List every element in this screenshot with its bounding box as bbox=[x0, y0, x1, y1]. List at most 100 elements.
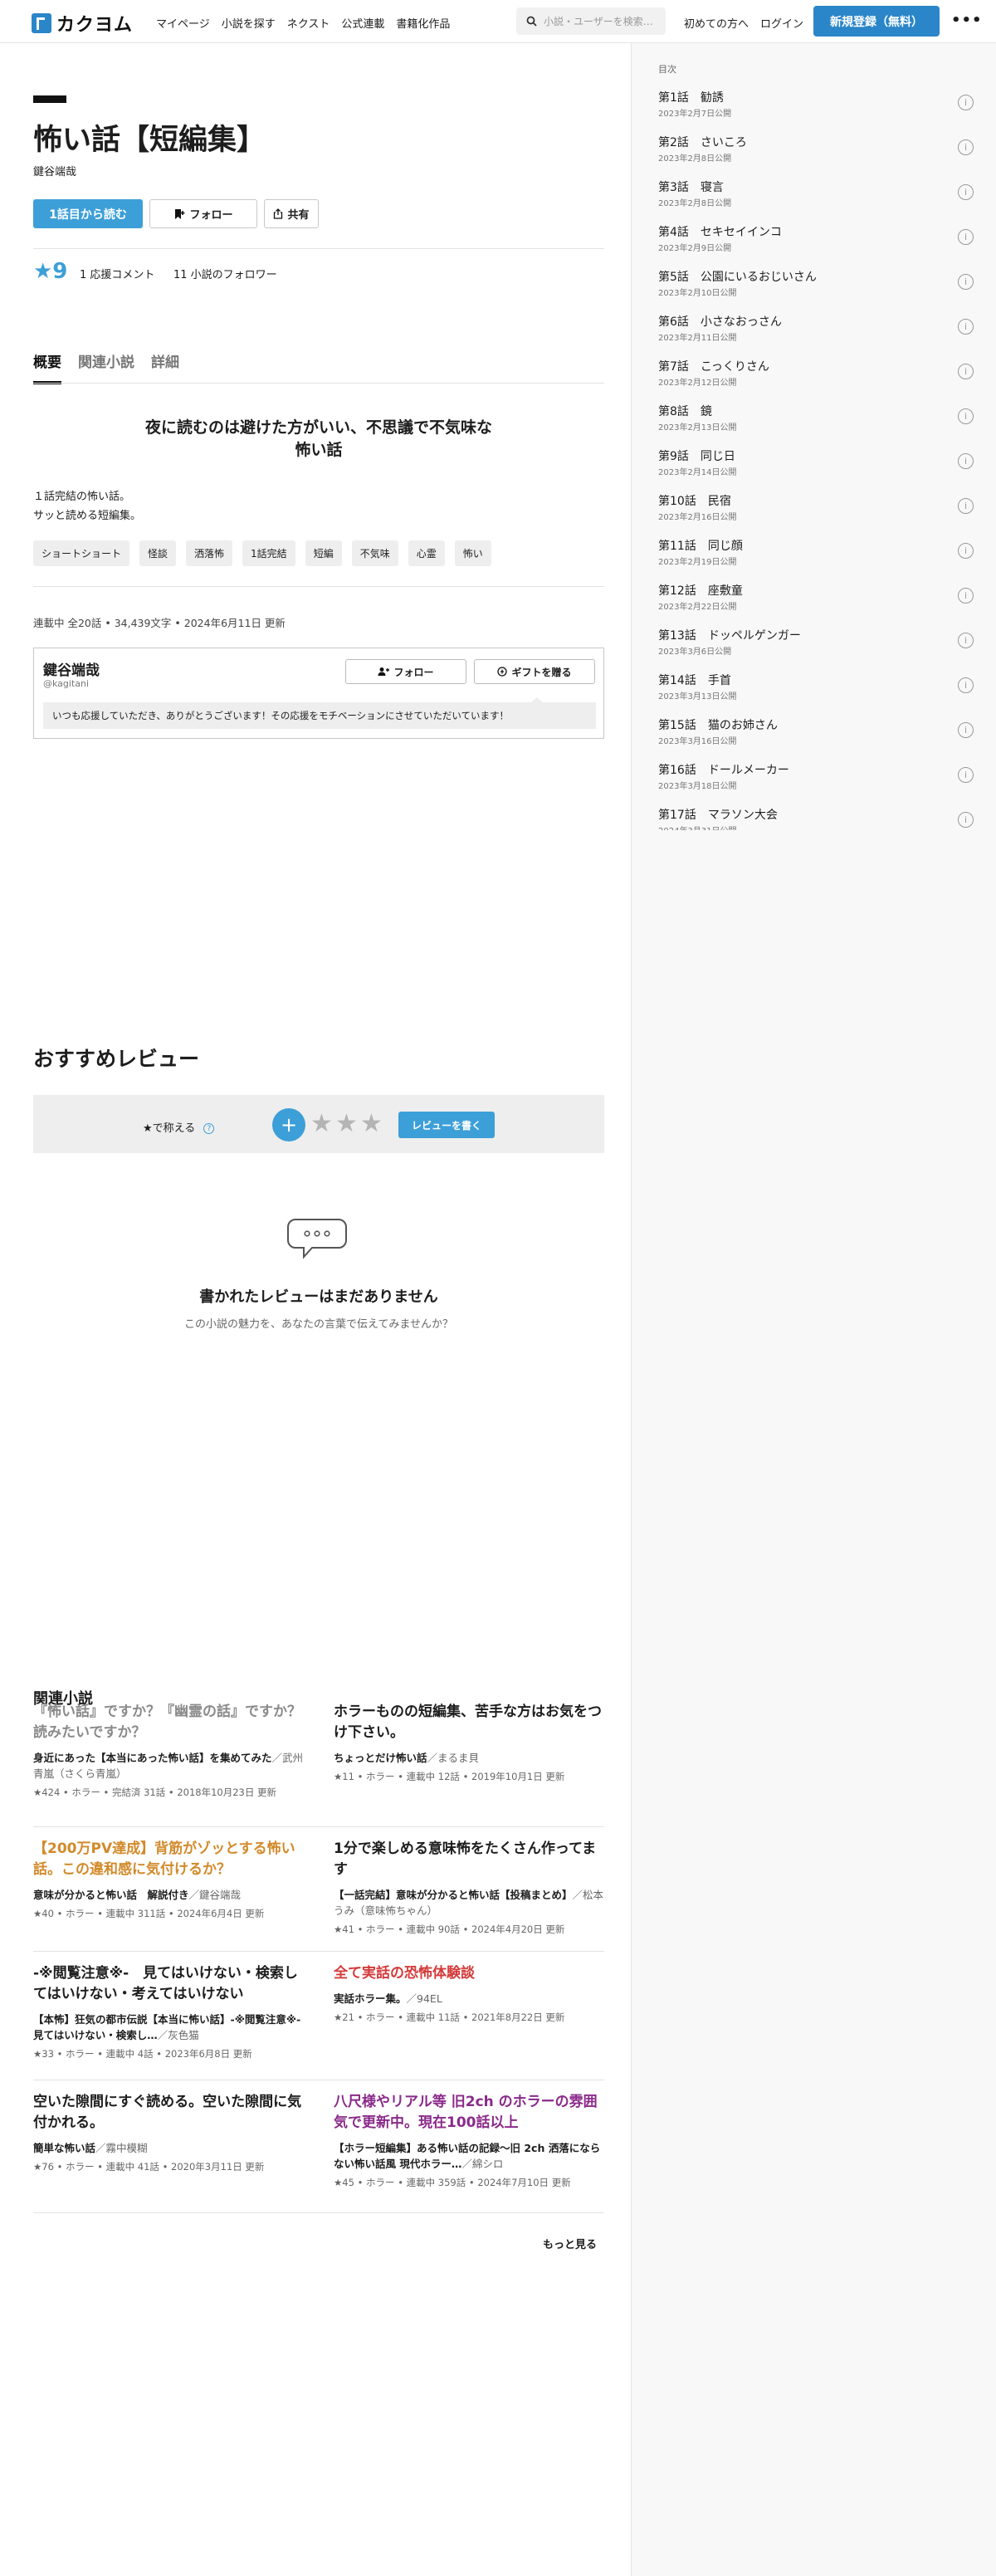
help-icon[interactable]: ? bbox=[203, 1123, 215, 1134]
episode-item[interactable]: 第2話 さいころ 2023年2月8日公開 i bbox=[658, 128, 974, 173]
info-icon[interactable]: i bbox=[958, 319, 974, 335]
tab-related[interactable]: 関連小説 bbox=[78, 350, 134, 384]
related-item[interactable]: 八尺様やリアル等 旧2ch のホラーの雰囲気で更新中。現在100話以上 【ホラー… bbox=[334, 2092, 604, 2190]
episode-item[interactable]: 第14話 手首 2023年3月13日公開 i bbox=[658, 666, 974, 711]
share-button[interactable]: 共有 bbox=[264, 199, 319, 228]
logo-icon bbox=[32, 13, 51, 33]
info-icon[interactable]: i bbox=[958, 184, 974, 200]
info-icon[interactable]: i bbox=[958, 364, 974, 379]
related-item[interactable]: 空いた隙間にすぐ読める。空いた隙間に気付かれる。 簡単な怖い話／霧中模糊 ★76… bbox=[33, 2092, 304, 2174]
episode-title: 第6話 小さなおっさん bbox=[658, 315, 782, 329]
nav-next[interactable]: ネクスト bbox=[287, 15, 330, 31]
info-icon[interactable]: i bbox=[958, 95, 974, 110]
work-title: 怖い話【短編集】 bbox=[33, 124, 266, 157]
episode-item[interactable]: 第4話 セキセイインコ 2023年2月9日公開 i bbox=[658, 218, 974, 262]
nav-mypage[interactable]: マイページ bbox=[156, 15, 210, 31]
read-first-button[interactable]: 1話目から読む bbox=[33, 199, 143, 228]
episode-title: 第14話 手首 bbox=[658, 674, 731, 687]
related-item[interactable]: ホラーものの短編集、苦手な方はお気をつけ下さい。 ちょっとだけ怖い話／まるま貝 … bbox=[334, 1702, 604, 1784]
gift-icon bbox=[497, 667, 508, 677]
related-meta: ★76 • ホラー • 連載中 41話 • 2020年3月11日 更新 bbox=[33, 2161, 265, 2173]
nav-official[interactable]: 公式連載 bbox=[341, 15, 384, 31]
episode-item[interactable]: 第16話 ドールメーカー 2023年3月18日公開 i bbox=[658, 755, 974, 800]
tag[interactable]: 怖い bbox=[454, 540, 491, 566]
info-icon[interactable]: i bbox=[958, 498, 974, 514]
write-review-button[interactable]: レビューを書く bbox=[398, 1112, 495, 1138]
tag[interactable]: 怪談 bbox=[139, 540, 177, 566]
episode-item[interactable]: 第17話 マラソン大会 2024年3月31日公開i bbox=[658, 800, 974, 830]
info-icon[interactable]: i bbox=[958, 677, 974, 693]
more-related-link[interactable]: もっと見る bbox=[543, 2236, 597, 2251]
info-icon[interactable]: i bbox=[958, 229, 974, 245]
toc-heading: 目次 bbox=[658, 64, 676, 75]
info-icon[interactable]: i bbox=[958, 543, 974, 559]
related-item[interactable]: 『怖い話』ですか？『幽霊の話』ですか？読みたいですか？ 身近にあった【本当にあっ… bbox=[33, 1702, 304, 1800]
info-icon[interactable]: i bbox=[958, 139, 974, 155]
episode-date: 2023年2月14日公開 bbox=[658, 468, 737, 477]
add-star-button[interactable]: + bbox=[272, 1108, 305, 1141]
empty-reviews-title: 書かれたレビューはまだありません bbox=[199, 1288, 438, 1306]
related-item[interactable]: 【200万PV達成】背筋がゾッとする怖い話。この違和感に気付けるか？ 意味が分か… bbox=[33, 1839, 304, 1921]
divider bbox=[33, 586, 604, 587]
tag[interactable]: 不気味 bbox=[351, 540, 398, 566]
tag[interactable]: ショートショート bbox=[33, 540, 130, 566]
follow-button[interactable]: フォロー bbox=[149, 199, 257, 228]
tab-details[interactable]: 詳細 bbox=[151, 350, 179, 384]
info-icon[interactable]: i bbox=[958, 633, 974, 648]
star-icon[interactable]: ★ bbox=[310, 1109, 333, 1138]
signup-button[interactable]: 新規登録（無料） bbox=[813, 6, 940, 37]
related-catchphrase: -※閲覧注意※- 見てはいけない・検索してはいけない・考えてはいけない bbox=[33, 1965, 298, 2002]
episode-item[interactable]: 第11話 同じ顔 2023年2月19日公開 i bbox=[658, 531, 974, 576]
episode-item[interactable]: 第3話 寝言 2023年2月8日公開 i bbox=[658, 173, 974, 218]
episode-date: 2023年2月8日公開 bbox=[658, 154, 732, 164]
episode-item[interactable]: 第6話 小さなおっさん 2023年2月11日公開 i bbox=[658, 307, 974, 352]
episode-item[interactable]: 第9話 同じ日 2023年2月14日公開 i bbox=[658, 442, 974, 486]
author-link[interactable]: 鍵谷端哉 bbox=[33, 163, 76, 178]
episode-item[interactable]: 第13話 ドッペルゲンガー 2023年3月6日公開 i bbox=[658, 621, 974, 666]
info-icon[interactable]: i bbox=[958, 274, 974, 290]
info-icon[interactable]: i bbox=[958, 812, 974, 828]
episode-item[interactable]: 第15話 猫のお姉さん 2023年3月16日公開 i bbox=[658, 711, 974, 755]
episode-title: 第7話 こっくりさん bbox=[658, 360, 769, 374]
follow-author-button[interactable]: フォロー bbox=[345, 659, 466, 684]
share-label: 共有 bbox=[287, 209, 310, 222]
episode-item[interactable]: 第8話 鏡 2023年2月13日公開 i bbox=[658, 397, 974, 442]
nav-books[interactable]: 書籍化作品 bbox=[396, 15, 450, 31]
related-item[interactable]: -※閲覧注意※- 見てはいけない・検索してはいけない・考えてはいけない 【本怖】… bbox=[33, 1963, 311, 2061]
info-icon[interactable]: i bbox=[958, 722, 974, 738]
related-item[interactable]: 全て実話の恐怖体験談 実話ホラー集。／94EL ★21 • ホラー • 連載中 … bbox=[334, 1963, 604, 2025]
tag[interactable]: 洒落怖 bbox=[186, 540, 233, 566]
star-icon[interactable]: ★ bbox=[360, 1109, 383, 1138]
search-input[interactable] bbox=[544, 15, 660, 27]
tag[interactable]: 短編 bbox=[305, 540, 342, 566]
star-icon[interactable]: ★ bbox=[335, 1109, 358, 1138]
main-nav: マイページ 小説を探す ネクスト 公式連載 書籍化作品 bbox=[156, 15, 450, 31]
search-box[interactable] bbox=[516, 7, 666, 35]
info-icon[interactable]: i bbox=[958, 408, 974, 424]
episode-item[interactable]: 第10話 民宿 2023年2月16日公開 i bbox=[658, 486, 974, 531]
episode-item[interactable]: 第1話 勧誘 2023年2月7日公開 i bbox=[658, 83, 974, 128]
info-icon[interactable]: i bbox=[958, 588, 974, 604]
first-time-link[interactable]: 初めての方へ bbox=[684, 15, 749, 31]
gift-button[interactable]: ギフトを贈る bbox=[474, 659, 595, 684]
info-icon[interactable]: i bbox=[958, 453, 974, 469]
author-name[interactable]: 鍵谷端哉 bbox=[43, 658, 100, 679]
follower-count[interactable]: 11 小説のフォロワー bbox=[173, 266, 277, 281]
comment-count[interactable]: 1 応援コメント bbox=[80, 266, 154, 281]
more-menu-icon[interactable]: ••• bbox=[951, 12, 983, 29]
episode-item[interactable]: 第5話 公園にいるおじいさん 2023年2月10日公開 i bbox=[658, 262, 974, 307]
info-icon[interactable]: i bbox=[958, 767, 974, 783]
episode-date: 2023年2月22日公開 bbox=[658, 603, 737, 612]
episode-date: 2023年2月16日公開 bbox=[658, 513, 737, 522]
nav-search-novels[interactable]: 小説を探す bbox=[222, 15, 276, 31]
episode-item[interactable]: 第7話 こっくりさん 2023年2月12日公開 i bbox=[658, 352, 974, 397]
related-item[interactable]: 1分で楽しめる意味怖をたくさん作ってます 【一話完結】意味が分かると怖い話【投稿… bbox=[334, 1839, 604, 1937]
tab-overview[interactable]: 概要 bbox=[33, 350, 61, 384]
episode-title: 第8話 鏡 bbox=[658, 405, 712, 418]
episode-item[interactable]: 第12話 座敷童 2023年2月22日公開 i bbox=[658, 576, 974, 621]
logo[interactable]: カクヨム bbox=[32, 10, 133, 37]
tag[interactable]: 心霊 bbox=[408, 540, 445, 566]
tag[interactable]: 1話完結 bbox=[242, 540, 295, 566]
login-link[interactable]: ログイン bbox=[760, 15, 803, 31]
related-author: ／鍵谷端哉 bbox=[188, 1889, 242, 1901]
